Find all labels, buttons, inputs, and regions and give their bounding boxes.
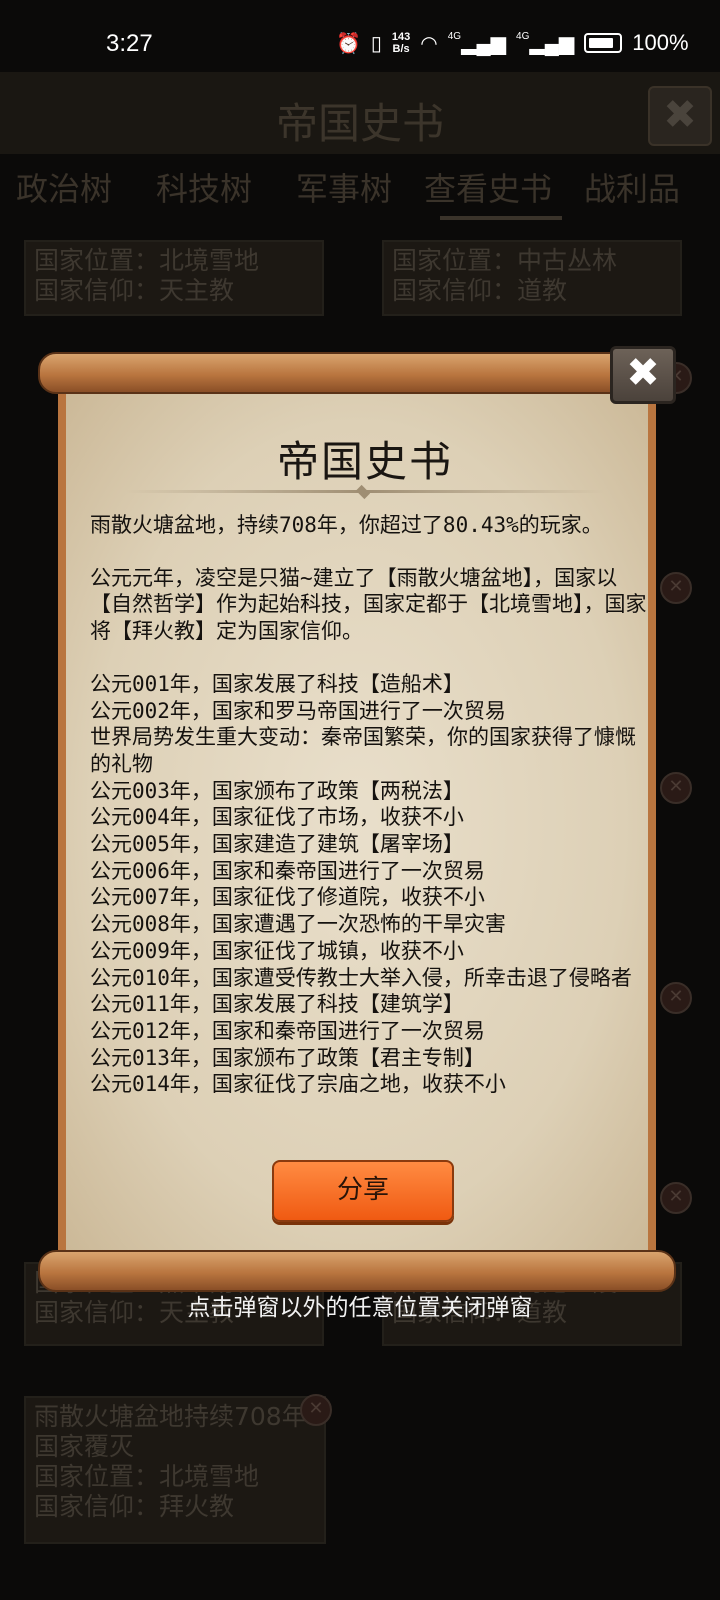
history-event: 公元003年，国家颁布了政策【两税法】 [90, 778, 464, 803]
vibrate-icon: ▯ [370, 32, 382, 55]
tab-history[interactable]: 查看史书 [424, 164, 552, 210]
status-time: 3:27 [106, 30, 153, 57]
history-event: 公元005年，国家建造了建筑【屠宰场】 [90, 832, 464, 857]
tab-active-indicator [440, 216, 562, 220]
bg-close-button[interactable]: ✖ [648, 86, 712, 146]
history-event: 公元009年，国家征伐了城镇，收获不小 [90, 938, 464, 963]
scroll-rod-bottom [38, 1250, 676, 1292]
scroll-rod-top [38, 352, 676, 394]
net-speed: 143 B/s [391, 31, 411, 55]
history-card[interactable]: 雨散火塘盆地持续708年 国家覆灭 国家位置：北境雪地 国家信仰：拜火教 [24, 1396, 326, 1544]
tab-military[interactable]: 军事树 [296, 164, 392, 210]
history-card[interactable]: 国家位置：北境雪地 国家信仰：天主教 [24, 240, 324, 316]
dialog-paper: 帝国史书 雨散火塘盆地，持续708年，你超过了80.43%的玩家。 公元元年，凌… [58, 388, 656, 1256]
history-event: 世界局势发生重大变动：秦帝国繁荣，你的国家获得了慷慨的礼物 [90, 725, 636, 776]
tab-spoils[interactable]: 战利品 [584, 164, 680, 210]
bg-tab-bar: 政治树 科技树 军事树 查看史书 战利品 [0, 164, 720, 220]
history-event: 公元006年，国家和秦帝国进行了一次贸易 [90, 858, 485, 883]
dismiss-hint: 点击弹窗以外的任意位置关闭弹窗 [187, 1295, 533, 1321]
signal-icon-2: 4G▂▄▆ [516, 30, 575, 55]
signal-icon-1: 4G▂▄▆ [447, 30, 507, 55]
bg-page-title: 帝国史书 [275, 99, 444, 148]
history-dialog: 帝国史书 雨散火塘盆地，持续708年，你超过了80.43%的玩家。 公元元年，凌… [38, 346, 676, 1292]
tab-politics[interactable]: 政治树 [16, 164, 112, 210]
bg-header: 帝国史书 ✖ [0, 72, 720, 154]
battery-icon [584, 33, 623, 53]
history-event: 公元002年，国家和罗马帝国进行了一次贸易 [90, 698, 506, 723]
history-event: 公元010年，国家遭受传教士大举入侵，所幸击退了侵略者 [90, 965, 632, 990]
alarm-icon: ⏰ [336, 32, 361, 55]
battery-percent: 100% [632, 30, 689, 55]
tab-tech[interactable]: 科技树 [156, 164, 252, 210]
history-founding: 公元元年，凌空是只猫~建立了【雨散火塘盆地】，国家以【自然哲学】作为起始科技，国… [90, 565, 647, 644]
history-event: 公元001年，国家发展了科技【造船术】 [90, 671, 464, 696]
share-button[interactable]: 分享 [272, 1160, 454, 1222]
history-summary: 雨散火塘盆地，持续708年，你超过了80.43%的玩家。 [90, 513, 603, 537]
history-event: 公元008年，国家遭遇了一次恐怖的干旱灾害 [90, 912, 506, 937]
history-event: 公元013年，国家颁布了政策【君主专制】 [90, 1045, 485, 1070]
history-event: 公元011年，国家发展了科技【建筑学】 [90, 992, 464, 1017]
wifi-icon: ◠ [420, 32, 438, 55]
close-button[interactable]: ✖ [610, 346, 676, 404]
history-event: 公元004年，国家征伐了市场，收获不小 [90, 805, 464, 830]
history-event: 公元007年，国家征伐了修道院，收获不小 [90, 885, 485, 910]
history-card[interactable]: 国家位置：中古丛林 国家信仰：道教 [382, 240, 682, 316]
title-divider [126, 490, 604, 493]
history-text[interactable]: 雨散火塘盆地，持续708年，你超过了80.43%的玩家。 公元元年，凌空是只猫~… [90, 512, 650, 1142]
history-event: 公元012年，国家和秦帝国进行了一次贸易 [90, 1018, 485, 1043]
dialog-title: 帝国史书 [276, 437, 453, 486]
status-icons: ⏰ ▯ 143 B/s ◠ 4G▂▄▆ 4G▂▄▆ 100% [336, 30, 689, 56]
history-event: 公元014年，国家征伐了宗庙之地，收获不小 [90, 1072, 506, 1097]
delete-icon[interactable]: ✕ [300, 1394, 332, 1426]
